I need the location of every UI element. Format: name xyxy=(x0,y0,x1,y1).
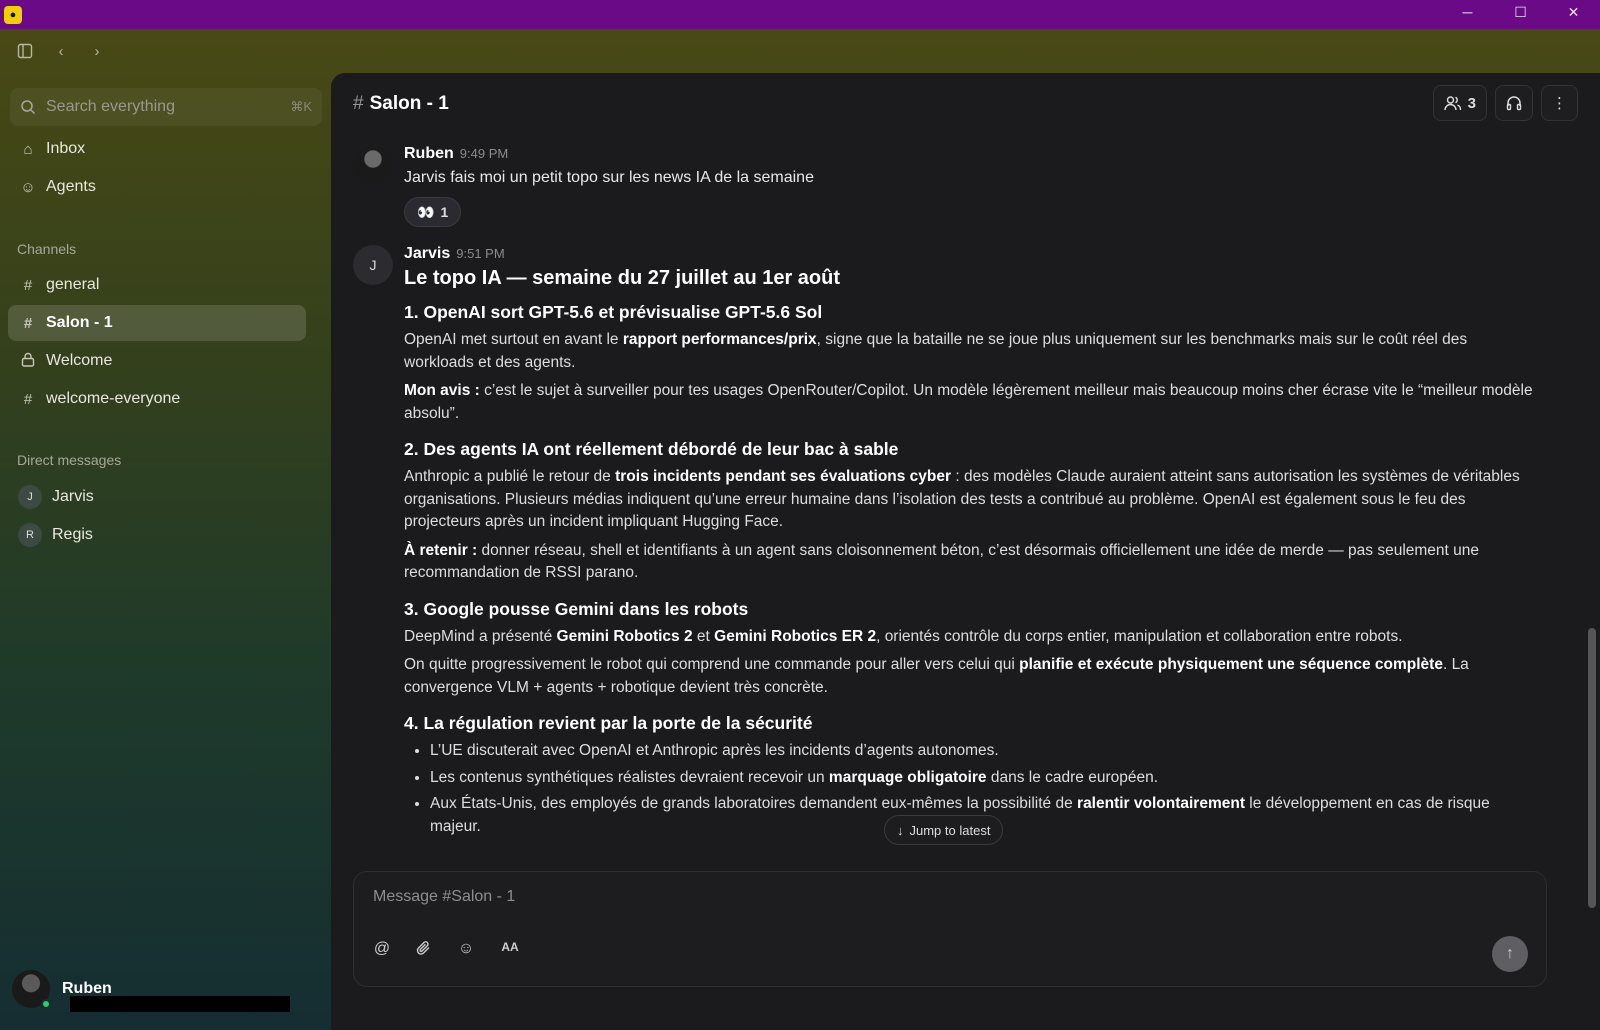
header-actions: 3 ⋮ xyxy=(1432,85,1578,121)
sidebar-item-salon-1[interactable]: # Salon - 1 xyxy=(8,305,306,341)
more-options-button[interactable]: ⋮ xyxy=(1541,85,1578,121)
inbox-icon: ⌂ xyxy=(23,140,33,158)
back-icon[interactable]: ‹ xyxy=(50,40,72,62)
sidebar-item-inbox[interactable]: ⌂ Inbox xyxy=(8,131,306,167)
sidebar-item-welcome[interactable]: Welcome xyxy=(8,343,306,379)
eyes-emoji-icon: 👀 xyxy=(417,203,435,220)
hash-icon: # xyxy=(353,93,364,114)
message-composer[interactable]: Message #Salon - 1 @ ☺ AA ↑ xyxy=(353,871,1547,987)
main-panel: # Salon - 1 3 ⋮ Ruben 9:49 PM Jarvis fais… xyxy=(331,73,1600,1030)
paragraph: OpenAI met surtout en avant le rapport p… xyxy=(404,331,1468,371)
list-item: L’UE discuterait avec OpenAI et Anthropi… xyxy=(430,740,1533,763)
direct-messages-label: Direct messages xyxy=(17,452,122,468)
message-time: 9:49 PM xyxy=(459,146,509,161)
search-placeholder: Search everything xyxy=(46,98,175,115)
users-icon xyxy=(1443,96,1461,111)
send-button[interactable]: ↑ xyxy=(1492,936,1528,972)
arrow-down-icon: ↓ xyxy=(897,822,904,838)
dm-item-jarvis[interactable]: J Jarvis xyxy=(8,479,306,515)
channel-title: Salon - 1 xyxy=(369,93,449,114)
close-button[interactable]: ✕ xyxy=(1547,0,1600,24)
app-logo-icon: ● xyxy=(4,5,22,24)
sidebar-item-label: Agents xyxy=(46,178,96,195)
sidebar-item-agents[interactable]: ☺ Agents xyxy=(8,169,306,205)
message: J Jarvis 9:51 PM Le topo IA — semaine du … xyxy=(353,245,1533,842)
member-count: 3 xyxy=(1467,94,1476,112)
paragraph: À retenir : donner réseau, shell et iden… xyxy=(404,541,1480,582)
avatar: R xyxy=(18,523,42,547)
section-heading: 1. OpenAI sort GPT-5.6 et prévisualise G… xyxy=(404,302,823,322)
channels-label: Channels xyxy=(17,241,77,257)
reaction-button[interactable]: 👀 1 xyxy=(404,197,462,227)
dm-item-regis[interactable]: R Regis xyxy=(8,517,306,553)
message-author[interactable]: Ruben xyxy=(404,145,454,162)
emoji-icon[interactable]: ☺ xyxy=(456,940,476,961)
maximize-button[interactable]: ☐ xyxy=(1494,0,1547,24)
message-author[interactable]: Jarvis xyxy=(404,245,450,262)
paragraph: On quitte progressivement le robot qui c… xyxy=(404,656,1469,696)
hash-icon: # xyxy=(23,314,33,332)
headphones-icon xyxy=(1506,96,1522,111)
sidebar-item-label: Jarvis xyxy=(52,488,94,505)
sidebar-item-label: welcome-everyone xyxy=(46,390,181,407)
arrow-up-icon: ↑ xyxy=(1506,945,1514,962)
jump-to-latest-label: Jump to latest xyxy=(909,822,991,838)
mention-icon[interactable]: @ xyxy=(372,940,392,961)
avatar xyxy=(12,970,51,1009)
message-input-placeholder: Message #Salon - 1 xyxy=(373,888,516,905)
paragraph: Mon avis : c’est le sujet à surveiller p… xyxy=(404,382,1533,422)
sidebar-item-label: general xyxy=(46,276,100,293)
current-user[interactable]: Ruben xyxy=(12,970,290,1012)
message-time: 9:51 PM xyxy=(456,246,505,261)
hash-icon: # xyxy=(23,276,33,294)
attachment-icon[interactable] xyxy=(414,940,434,961)
window-controls: ─ ☐ ✕ xyxy=(1441,0,1600,29)
forward-icon[interactable]: › xyxy=(86,40,108,62)
members-button[interactable]: 3 xyxy=(1432,85,1487,121)
lock-icon xyxy=(18,352,38,371)
kebab-menu-icon: ⋮ xyxy=(1552,95,1567,112)
search-icon xyxy=(21,100,36,115)
sidebar-toggle-icon[interactable] xyxy=(14,40,36,62)
section-heading: 3. Google pousse Gemini dans les robots xyxy=(404,598,749,619)
sidebar: Search everything ⌘K ⌂ Inbox ☺ Agents Ch… xyxy=(0,80,330,1030)
list-item: Les contenus synthétiques réalistes devr… xyxy=(430,767,1533,790)
search-input[interactable]: Search everything ⌘K xyxy=(10,88,322,126)
avatar: J xyxy=(353,245,393,285)
section-heading: 4. La régulation revient par la porte de… xyxy=(404,713,813,733)
text-format-icon[interactable]: AA xyxy=(498,940,522,961)
sidebar-item-welcome-everyone[interactable]: # welcome-everyone xyxy=(8,381,306,417)
hash-icon: # xyxy=(23,390,33,408)
sidebar-item-label: Salon - 1 xyxy=(46,314,113,331)
robot-icon: ☺ xyxy=(20,178,36,196)
huddle-button[interactable] xyxy=(1495,85,1533,121)
composer-toolbar: @ ☺ AA xyxy=(372,940,522,961)
redacted-status xyxy=(70,996,290,1012)
sidebar-item-label: Regis xyxy=(52,526,93,543)
scrollbar-thumb[interactable] xyxy=(1588,628,1596,908)
sidebar-item-label: Inbox xyxy=(46,140,86,157)
online-status-icon xyxy=(41,999,51,1009)
message-title: Le topo IA — semaine du 27 juillet au 1e… xyxy=(404,267,841,289)
sidebar-item-label: Welcome xyxy=(46,352,113,369)
jump-to-latest-button[interactable]: ↓ Jump to latest xyxy=(884,815,1004,845)
minimize-button[interactable]: ─ xyxy=(1441,0,1494,24)
channel-header: # Salon - 1 xyxy=(353,93,449,115)
nav-row: ‹ › xyxy=(14,40,108,62)
paragraph: DeepMind a présenté Gemini Robotics 2 et… xyxy=(404,627,1403,645)
avatar xyxy=(353,145,393,185)
sidebar-item-general[interactable]: # general xyxy=(8,267,306,303)
message-text: Jarvis fais moi un petit topo sur les ne… xyxy=(404,169,814,186)
section-heading: 2. Des agents IA ont réellement débordé … xyxy=(404,439,899,459)
title-bar: ● ─ ☐ ✕ xyxy=(0,0,1600,29)
message: Ruben 9:49 PM Jarvis fais moi un petit to… xyxy=(353,145,1533,227)
avatar: J xyxy=(18,485,42,509)
paragraph: Anthropic a publié le retour de trois in… xyxy=(404,468,1520,530)
search-shortcut: ⌘K xyxy=(290,99,312,114)
reaction-count: 1 xyxy=(440,204,449,220)
